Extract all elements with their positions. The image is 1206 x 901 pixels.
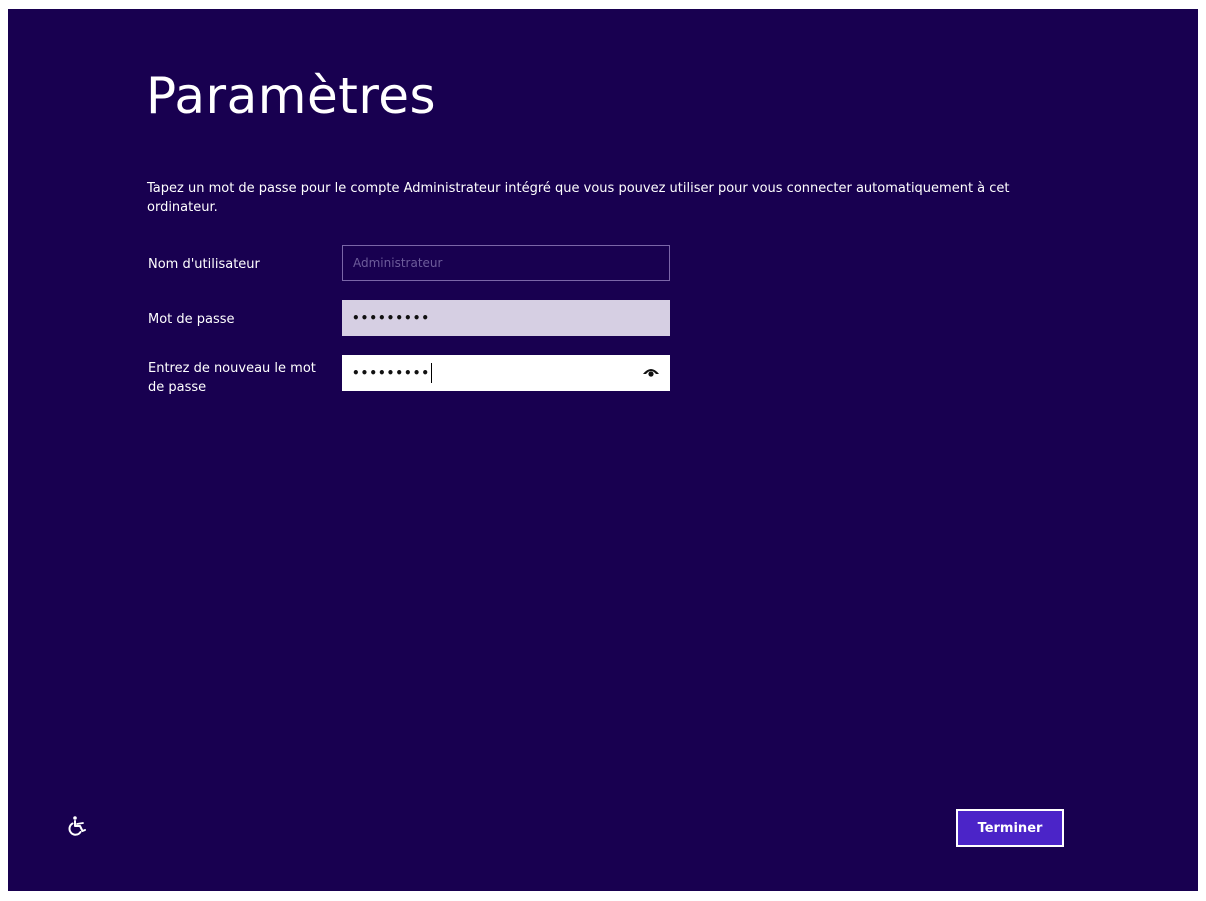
page-title: Paramètres xyxy=(146,67,437,125)
finish-button[interactable]: Terminer xyxy=(956,809,1064,847)
username-value: Administrateur xyxy=(353,256,443,270)
reveal-password-icon[interactable] xyxy=(642,365,660,379)
ease-of-access-icon[interactable] xyxy=(66,814,90,838)
text-cursor xyxy=(431,363,433,383)
confirm-password-label: Entrez de nouveau le mot de passe xyxy=(148,361,316,395)
confirm-password-field[interactable]: ••••••••• xyxy=(342,355,670,391)
password-field[interactable]: ••••••••• xyxy=(342,300,670,336)
intro-text: Tapez un mot de passe pour le compte Adm… xyxy=(147,181,1010,215)
username-label: Nom d'utilisateur xyxy=(148,257,260,272)
password-label: Mot de passe xyxy=(148,312,235,327)
password-value: ••••••••• xyxy=(352,311,431,325)
confirm-password-value: ••••••••• xyxy=(352,366,431,380)
setup-screen: Paramètres Tapez un mot de passe pour le… xyxy=(8,9,1198,891)
username-field: Administrateur xyxy=(342,245,670,281)
